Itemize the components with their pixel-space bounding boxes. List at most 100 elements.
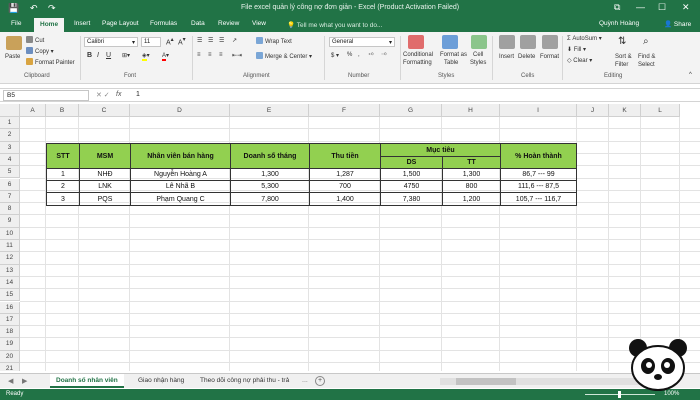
format-as-table-button[interactable]: Format as: [440, 52, 467, 58]
zoom-slider-handle[interactable]: [618, 391, 621, 398]
align-left-icon[interactable]: ≡: [197, 52, 201, 58]
cell-hoan-thanh[interactable]: 105,7 --- 116,7: [500, 192, 577, 206]
clear-button[interactable]: ◇ Clear ▾: [567, 57, 592, 64]
sheet-tab-giao-nhan[interactable]: Giao nhận hàng: [132, 374, 190, 388]
row-header[interactable]: 6: [0, 178, 20, 191]
user-name[interactable]: Quỳnh Hoàng: [599, 20, 639, 27]
name-box[interactable]: B5: [3, 90, 89, 101]
header-thu-tien[interactable]: Thu tiền: [309, 143, 381, 169]
conditional-formatting-icon[interactable]: [408, 35, 424, 49]
sheet-more-icon[interactable]: ...: [302, 377, 308, 384]
row-header[interactable]: 19: [0, 338, 20, 351]
cell-tt[interactable]: 1,200: [442, 192, 501, 206]
column-header[interactable]: L: [641, 104, 680, 117]
row-header[interactable]: 11: [0, 240, 20, 253]
sort-filter-icon[interactable]: ⇅: [618, 36, 626, 47]
row-header[interactable]: 13: [0, 264, 20, 277]
italic-button[interactable]: I: [97, 52, 99, 59]
cell-thu-tien[interactable]: 1,400: [309, 192, 381, 206]
row-header[interactable]: 17: [0, 313, 20, 327]
column-header[interactable]: C: [79, 104, 130, 117]
row-header[interactable]: 16: [0, 301, 20, 314]
percent-icon[interactable]: %: [347, 52, 352, 58]
header-stt[interactable]: STT: [46, 143, 80, 169]
cell-stt[interactable]: 3: [46, 192, 80, 206]
tab-data[interactable]: Data: [189, 20, 207, 27]
tab-view[interactable]: View: [250, 20, 268, 27]
currency-icon[interactable]: $ ▾: [331, 52, 339, 59]
find-select-icon[interactable]: ⌕: [643, 36, 649, 47]
align-top-icon[interactable]: ☰: [197, 37, 202, 44]
column-header[interactable]: D: [130, 104, 230, 117]
tab-review[interactable]: Review: [216, 20, 241, 27]
row-header[interactable]: 7: [0, 190, 20, 204]
fill-button[interactable]: ⬇ Fill ▾: [567, 46, 586, 53]
cell-doanh-so[interactable]: 7,800: [230, 192, 310, 206]
row-header[interactable]: 4: [0, 153, 20, 167]
format-painter-button[interactable]: Format Painter: [26, 58, 75, 66]
row-header[interactable]: 14: [0, 276, 20, 290]
indent-icon[interactable]: ⇤⇥: [232, 52, 242, 59]
horizontal-scroll-thumb[interactable]: [456, 378, 516, 385]
delete-cells-button[interactable]: Delete: [518, 54, 535, 60]
row-header[interactable]: 2: [0, 129, 20, 142]
align-center-icon[interactable]: ≡: [208, 52, 212, 58]
font-color-icon[interactable]: A▾: [162, 52, 169, 61]
sort-filter-button[interactable]: Sort &: [615, 54, 632, 60]
add-sheet-button[interactable]: +: [315, 376, 325, 386]
autosum-button[interactable]: Σ AutoSum ▾: [567, 35, 602, 42]
decrease-decimal-icon[interactable]: ⁻⁰: [381, 52, 387, 59]
conditional-formatting-button[interactable]: Conditional: [403, 52, 433, 58]
row-header[interactable]: 21: [0, 363, 20, 371]
align-right-icon[interactable]: ≡: [219, 52, 223, 58]
shrink-font-icon[interactable]: A▾: [178, 37, 186, 46]
header-doanh-so[interactable]: Doanh số tháng: [230, 143, 310, 169]
column-header[interactable]: A: [20, 104, 46, 117]
sheet-tab-cong-no[interactable]: Theo dõi công nợ phải thu - trả: [194, 374, 295, 388]
ribbon-display-icon[interactable]: ⧉: [614, 2, 620, 13]
cell-styles-button[interactable]: Cell: [473, 52, 483, 58]
number-format-select[interactable]: General ▾: [329, 37, 395, 47]
format-cells-icon[interactable]: [542, 35, 558, 49]
row-header[interactable]: 20: [0, 350, 20, 363]
formula-input[interactable]: 1: [136, 91, 140, 98]
wrap-text-button[interactable]: Wrap Text: [256, 37, 292, 45]
column-header[interactable]: J: [577, 104, 609, 117]
insert-cells-icon[interactable]: [499, 35, 515, 49]
share-button[interactable]: 👤 Share: [664, 20, 691, 28]
cell-nhan-vien[interactable]: Phạm Quang C: [130, 192, 231, 206]
row-header[interactable]: 10: [0, 227, 20, 240]
grow-font-icon[interactable]: A▴: [166, 37, 174, 46]
column-header[interactable]: K: [609, 104, 641, 117]
merge-center-button[interactable]: Merge & Center ▾: [256, 52, 312, 60]
formula-icons[interactable]: ✕ ✓: [96, 91, 110, 99]
delete-cells-icon[interactable]: [520, 35, 536, 49]
format-as-table-icon[interactable]: [442, 35, 458, 49]
comma-icon[interactable]: ,: [358, 52, 360, 58]
increase-decimal-icon[interactable]: ⁺⁰: [368, 52, 374, 59]
fill-color-icon[interactable]: ◈▾: [142, 52, 150, 61]
header-hoan-thanh[interactable]: % Hoàn thành: [500, 143, 577, 169]
column-header[interactable]: F: [309, 104, 380, 117]
tab-insert[interactable]: Insert: [72, 20, 92, 27]
close-icon[interactable]: ✕: [682, 2, 690, 13]
tell-me-search[interactable]: 💡 Tell me what you want to do...: [287, 21, 382, 29]
orientation-icon[interactable]: ↗: [232, 37, 237, 44]
collapse-ribbon-icon[interactable]: ^: [689, 72, 692, 78]
column-header[interactable]: I: [500, 104, 577, 117]
header-nhan-vien[interactable]: Nhân viên bán hàng: [130, 143, 231, 169]
column-header[interactable]: B: [46, 104, 79, 117]
find-select-button[interactable]: Find &: [638, 54, 655, 60]
row-header[interactable]: 12: [0, 252, 20, 265]
paste-button[interactable]: Paste: [5, 54, 20, 60]
row-header[interactable]: 15: [0, 289, 20, 302]
underline-button[interactable]: U: [106, 52, 111, 59]
tab-formulas[interactable]: Formulas: [148, 20, 179, 27]
cell-ds[interactable]: 7,380: [380, 192, 443, 206]
sheet-prev-icon[interactable]: ◀: [8, 377, 13, 385]
header-msm[interactable]: MSM: [79, 143, 131, 169]
row-header[interactable]: 18: [0, 326, 20, 339]
minimize-icon[interactable]: —: [636, 2, 645, 12]
tab-page-layout[interactable]: Page Layout: [100, 20, 141, 27]
sheet-next-icon[interactable]: ▶: [22, 377, 27, 385]
